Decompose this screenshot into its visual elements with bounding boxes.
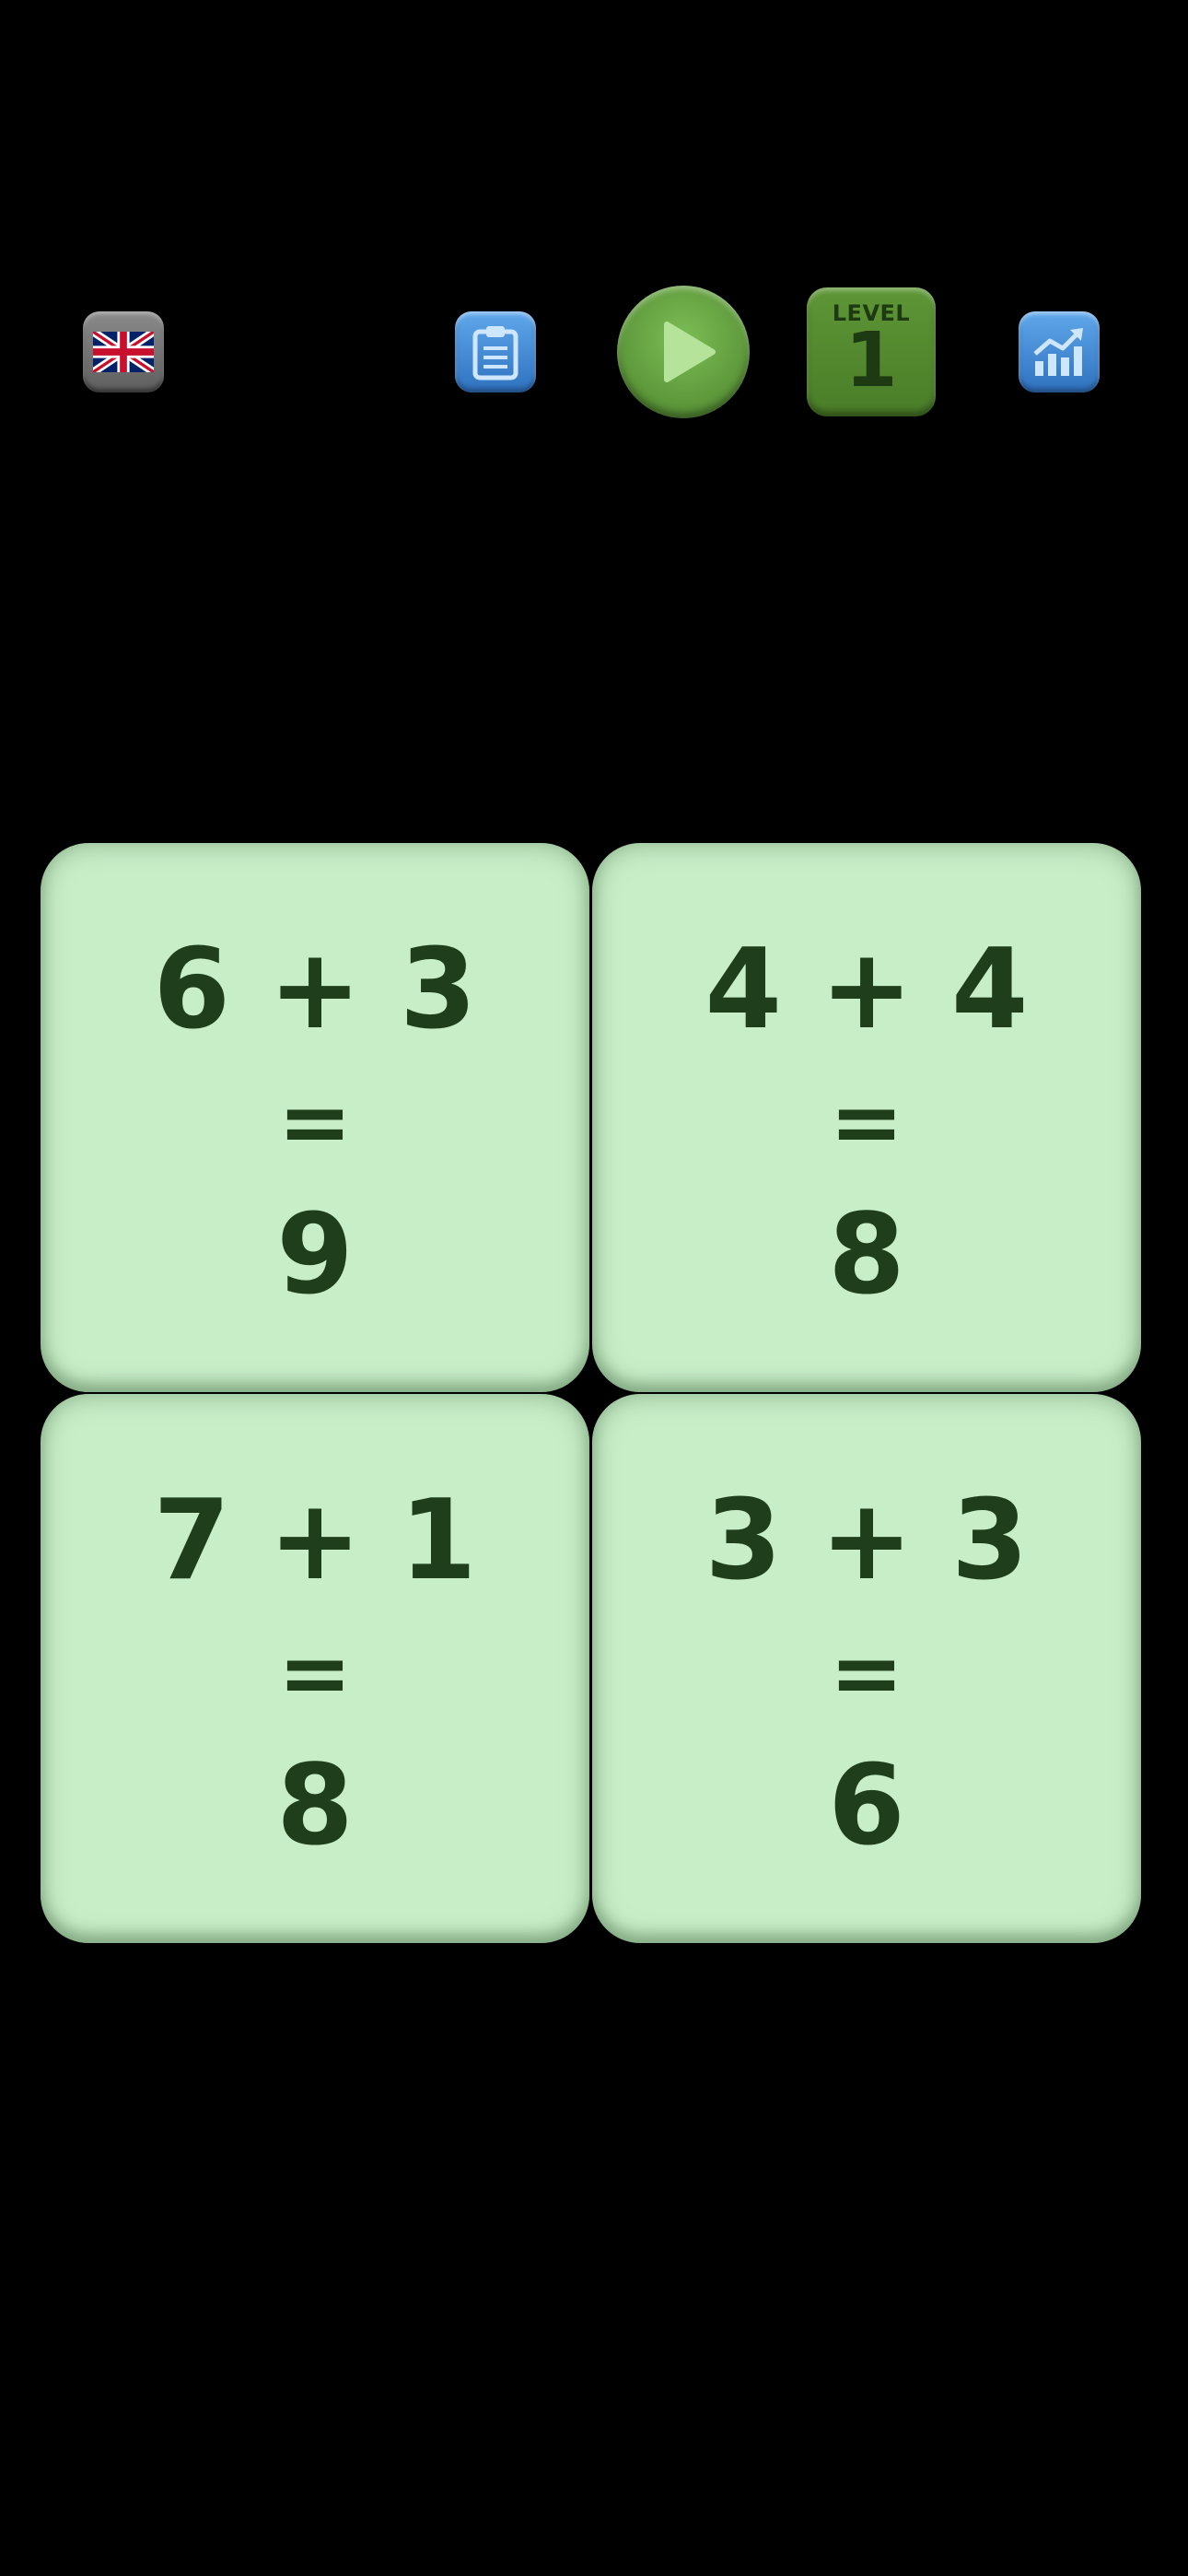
card-answer: 9: [276, 1191, 354, 1319]
language-button[interactable]: [83, 311, 164, 392]
equation-card[interactable]: 7 + 1 = 8: [41, 1394, 589, 1943]
clipboard-icon: [472, 326, 518, 381]
stats-button[interactable]: [1019, 311, 1100, 392]
level-badge: LEVEL 1: [807, 287, 936, 416]
card-equation: 3 + 3: [705, 1477, 1029, 1605]
play-button[interactable]: [617, 286, 750, 418]
play-icon: [664, 322, 716, 382]
equation-card[interactable]: 6 + 3 = 9: [41, 843, 589, 1392]
chart-up-icon: [1033, 328, 1083, 376]
card-answer: 8: [828, 1191, 905, 1319]
equation-card[interactable]: 4 + 4 = 8: [592, 843, 1141, 1392]
clipboard-button[interactable]: [455, 311, 536, 392]
card-equation: 6 + 3: [153, 926, 477, 1054]
card-answer: 6: [828, 1742, 905, 1870]
card-equals-sign: =: [277, 1071, 353, 1174]
card-equation: 7 + 1: [153, 1477, 477, 1605]
card-equation: 4 + 4: [705, 926, 1029, 1054]
card-equals-sign: =: [829, 1622, 904, 1725]
equation-card[interactable]: 3 + 3 = 6: [592, 1394, 1141, 1943]
card-answer: 8: [276, 1742, 354, 1870]
card-equals-sign: =: [829, 1071, 904, 1174]
card-equals-sign: =: [277, 1622, 353, 1725]
uk-flag-icon: [93, 332, 154, 372]
level-number: 1: [844, 317, 898, 404]
